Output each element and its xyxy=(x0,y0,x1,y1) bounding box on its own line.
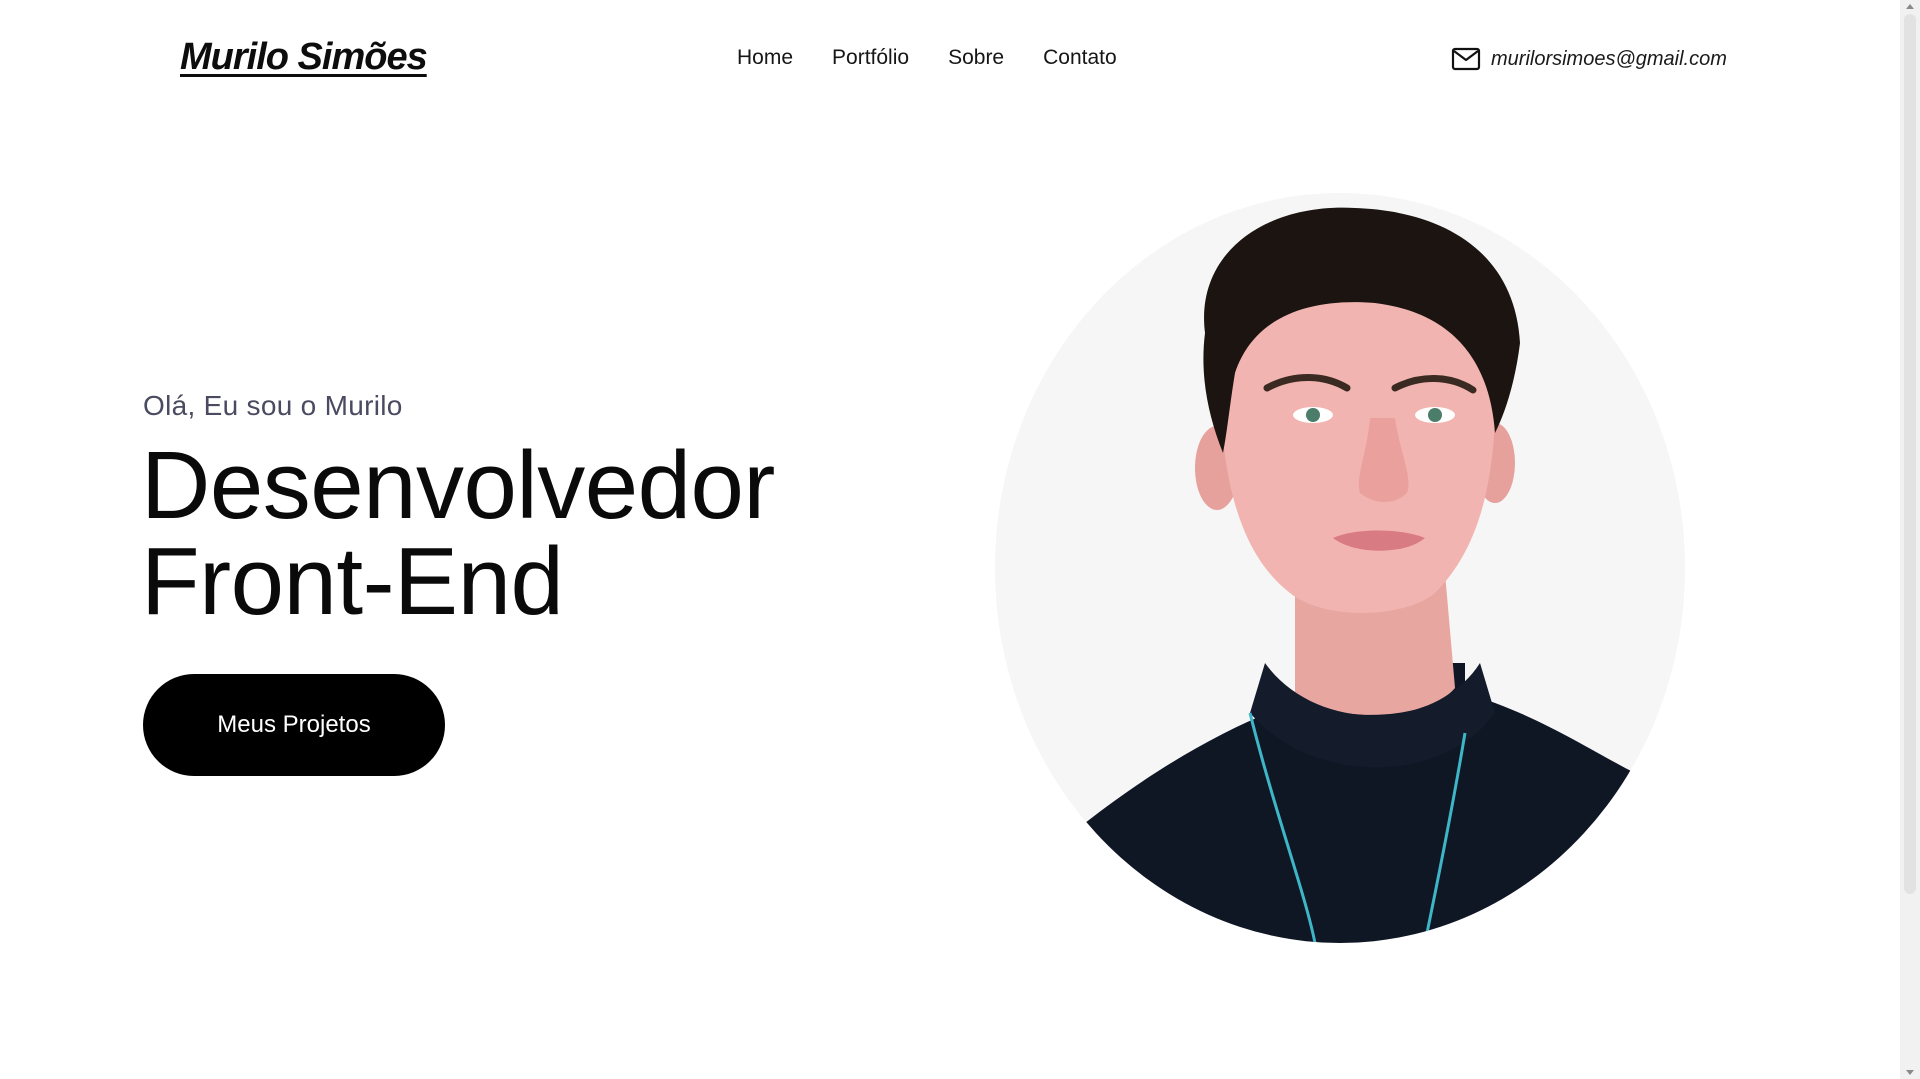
profile-photo-illustration xyxy=(995,193,1685,943)
mail-icon xyxy=(1451,47,1481,71)
nav-item-contato[interactable]: Contato xyxy=(1043,46,1117,70)
profile-photo xyxy=(995,193,1685,943)
nav-item-portfolio[interactable]: Portfólio xyxy=(832,46,909,70)
hero-greeting: Olá, Eu sou o Murilo xyxy=(143,390,403,421)
nav-item-sobre[interactable]: Sobre xyxy=(948,46,1004,70)
scrollbar-thumb[interactable] xyxy=(1904,14,1916,894)
main-nav: Home Portfólio Sobre Contato xyxy=(737,46,1156,70)
scroll-up-icon[interactable] xyxy=(1906,4,1914,9)
email-address: murilorsimoes@gmail.com xyxy=(1491,47,1727,70)
page: Murilo Simões Home Portfólio Sobre Conta… xyxy=(0,0,1920,1079)
hero-headline: Desenvolvedor Front-End xyxy=(141,438,775,630)
site-logo[interactable]: Murilo Simões xyxy=(180,36,428,79)
hero-headline-line1: Desenvolvedor xyxy=(141,432,775,539)
page-scrollbar[interactable] xyxy=(1900,0,1920,1079)
nav-item-home[interactable]: Home xyxy=(737,46,793,70)
hero-headline-line2: Front-End xyxy=(141,528,564,635)
email-contact-link[interactable]: murilorsimoes@gmail.com xyxy=(1451,47,1727,71)
my-projects-button[interactable]: Meus Projetos xyxy=(143,674,445,776)
scroll-down-icon[interactable] xyxy=(1906,1070,1914,1075)
